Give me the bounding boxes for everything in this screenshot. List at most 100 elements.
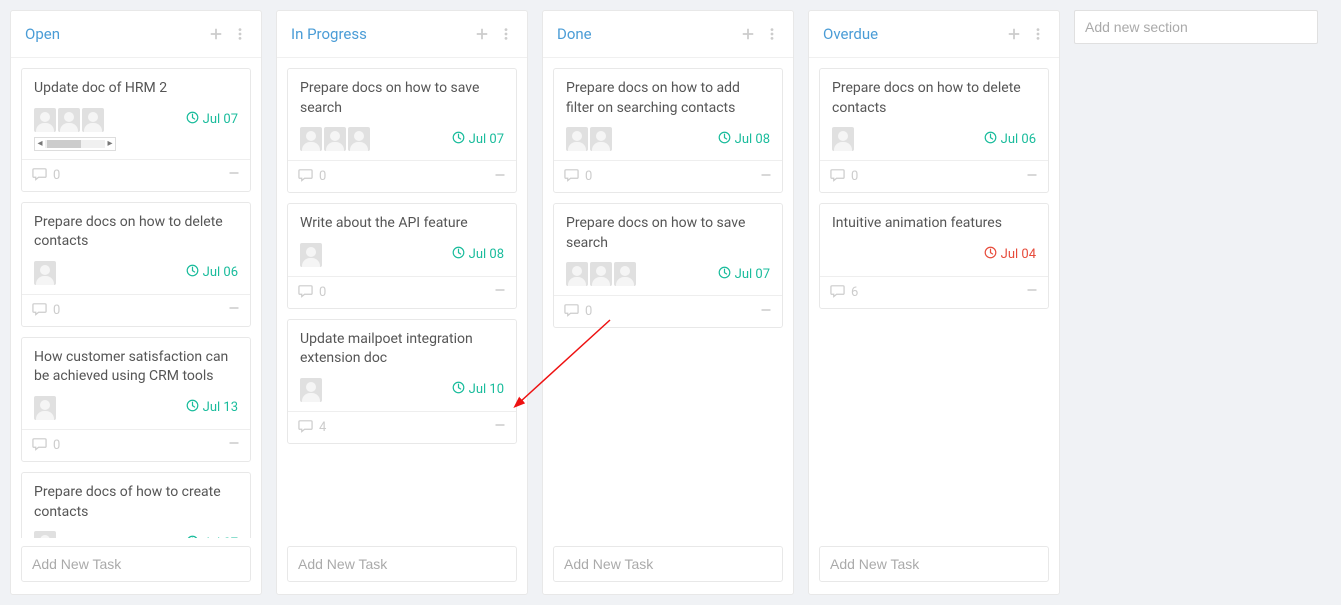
avatar[interactable] [300,243,322,267]
comments[interactable]: 0 [830,167,858,186]
column: Open Update doc of HRM 2 Jul 07 ◂▸ 0 Prepare … [10,10,262,595]
task-card[interactable]: Prepare docs on how to save searchJul 07… [287,68,517,193]
column-title[interactable]: Overdue [823,25,878,43]
avatar[interactable] [34,396,56,420]
collapse-icon[interactable] [494,169,506,185]
comments[interactable]: 0 [32,436,60,455]
menu-icon[interactable] [765,27,779,41]
task-card[interactable]: Prepare docs on how to add filter on sea… [553,68,783,193]
task-card[interactable]: Intuitive animation featuresJul 046 [819,203,1049,309]
plus-icon[interactable] [475,27,489,41]
plus-icon[interactable] [741,27,755,41]
column-actions [741,27,779,41]
column-title[interactable]: Done [557,25,592,43]
card-title: Update doc of HRM 2 [34,79,238,99]
task-card[interactable]: Prepare docs on how to save search Jul 07… [553,203,783,328]
task-card[interactable]: Update mailpoet integration extension do… [287,319,517,444]
comment-icon [298,167,313,186]
add-task-input[interactable] [819,546,1049,582]
collapse-icon[interactable] [760,304,772,320]
card-meta: Jul 08 [300,242,504,268]
collapse-icon[interactable] [1026,169,1038,185]
avatar[interactable] [590,262,612,286]
comments[interactable]: 0 [32,166,60,185]
add-section-input[interactable] [1074,10,1318,44]
column-title[interactable]: Open [25,25,60,43]
avatar-group [566,127,612,151]
comment-icon [32,166,47,185]
comments[interactable]: 4 [298,418,326,437]
task-card[interactable]: Update doc of HRM 2 Jul 07 ◂▸ 0 [21,68,251,192]
task-card[interactable]: Prepare docs on how to delete contactsJu… [21,202,251,327]
add-task-row [809,538,1059,594]
collapse-icon[interactable] [760,169,772,185]
card-footer: 4 [288,411,516,443]
card-title: Prepare docs on how to save search [566,214,770,253]
comments[interactable]: 0 [32,301,60,320]
avatar[interactable] [566,262,588,286]
card-footer: 0 [22,429,250,461]
comment-count: 0 [53,438,60,453]
avatar[interactable] [58,108,80,132]
due-date: Jul 07 [186,111,238,128]
collapse-icon[interactable] [228,167,240,183]
comment-icon [830,167,845,186]
add-task-input[interactable] [21,546,251,582]
task-card[interactable]: Write about the API featureJul 080 [287,203,517,309]
comments[interactable]: 0 [564,302,592,321]
collapse-icon[interactable] [494,284,506,300]
due-text: Jul 07 [735,267,770,282]
card-body: Prepare docs on how to delete contactsJu… [22,203,250,294]
comment-count: 0 [319,285,326,300]
comments[interactable]: 0 [564,167,592,186]
avatar[interactable] [34,531,56,538]
avatar[interactable] [348,127,370,151]
add-task-input[interactable] [287,546,517,582]
overflow-scrollbar[interactable]: ◂▸ [34,137,116,151]
card-footer: 0 [22,159,250,191]
menu-icon[interactable] [233,27,247,41]
avatar-group [566,262,636,286]
task-card[interactable]: How customer satisfaction can be achieve… [21,337,251,462]
collapse-icon[interactable] [494,419,506,435]
clock-icon [984,246,997,263]
avatar[interactable] [324,127,346,151]
comments[interactable]: 0 [298,283,326,302]
comments[interactable]: 0 [298,167,326,186]
column-actions [475,27,513,41]
menu-icon[interactable] [1031,27,1045,41]
avatar[interactable] [300,378,322,402]
collapse-icon[interactable] [228,437,240,453]
collapse-icon[interactable] [228,302,240,318]
avatar[interactable] [34,108,56,132]
collapse-icon[interactable] [1026,284,1038,300]
avatar[interactable] [34,261,56,285]
clock-icon [186,399,199,416]
avatar[interactable] [82,108,104,132]
card-footer: 0 [820,160,1048,192]
due-date: Jul 08 [718,131,770,148]
add-task-input[interactable] [553,546,783,582]
column-title[interactable]: In Progress [291,25,367,43]
plus-icon[interactable] [209,27,223,41]
clock-icon [186,111,199,128]
comment-count: 0 [851,169,858,184]
clock-icon [718,266,731,283]
column: Done Prepare docs on how to add filter on… [542,10,794,595]
comments[interactable]: 6 [830,283,858,302]
avatar[interactable] [832,127,854,151]
comment-count: 0 [53,303,60,318]
avatar[interactable] [614,262,636,286]
card-body: Prepare docs on how to save searchJul 07 [288,69,516,160]
card-title: How customer satisfaction can be achieve… [34,348,238,387]
menu-icon[interactable] [499,27,513,41]
avatar[interactable] [566,127,588,151]
task-card[interactable]: Prepare docs on how to delete contactsJu… [819,68,1049,193]
task-card[interactable]: Prepare docs of how to create contactsJu… [21,472,251,538]
avatar-group [34,261,56,285]
due-text: Jul 13 [203,400,238,415]
avatar[interactable] [300,127,322,151]
plus-icon[interactable] [1007,27,1021,41]
card-meta: Jul 07 [566,261,770,287]
avatar[interactable] [590,127,612,151]
